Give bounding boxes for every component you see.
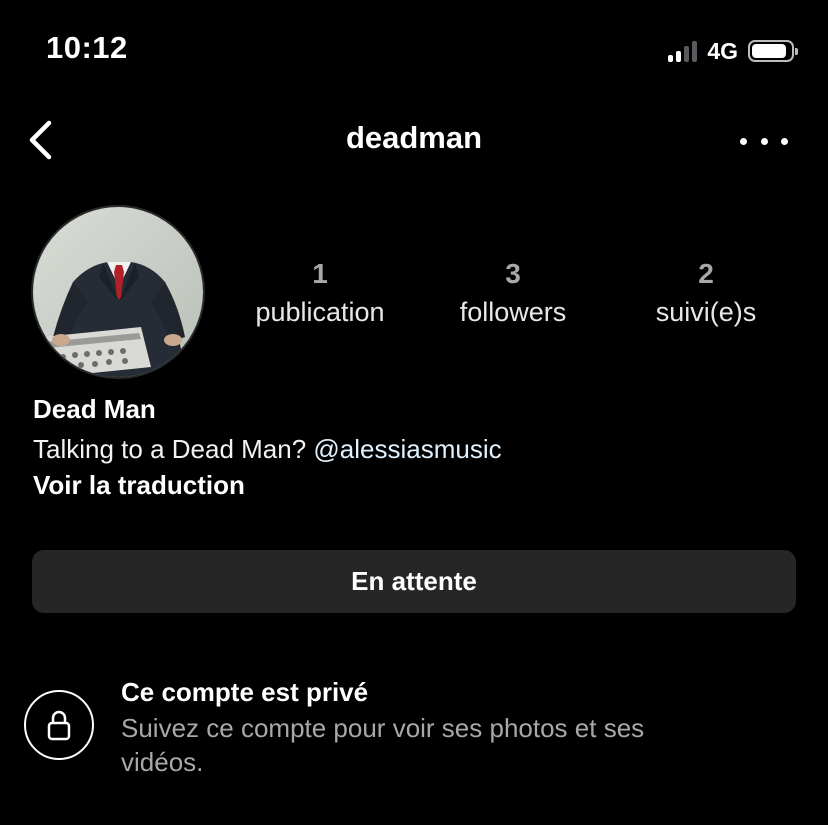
private-account-title: Ce compte est privé: [121, 677, 369, 707]
stat-label: followers: [459, 297, 567, 327]
pending-request-button[interactable]: En attente: [32, 550, 796, 613]
bio-text: Talking to a Dead Man?: [33, 434, 314, 464]
stat-count: 2: [698, 258, 714, 289]
battery-icon: [748, 40, 798, 62]
status-indicators: 4G: [668, 36, 798, 66]
stat-count: 3: [505, 258, 521, 289]
stat-followers[interactable]: 3 followers: [433, 256, 593, 332]
stat-following[interactable]: 2 suivi(e)s: [626, 256, 786, 332]
see-translation-link[interactable]: Voir la traduction: [33, 470, 245, 501]
stat-label: publication: [255, 297, 385, 327]
pending-request-label: En attente: [351, 566, 477, 596]
more-options-button[interactable]: [740, 128, 788, 154]
page-title: deadman: [345, 120, 483, 155]
profile-photo: [33, 207, 203, 377]
profile-bio: Talking to a Dead Man? @alessiasmusic: [33, 434, 502, 465]
profile-name: Dead Man: [33, 394, 156, 424]
private-account-badge: [24, 690, 94, 760]
private-account-description: Suivez ce compte pour voir ses photos et…: [121, 713, 645, 777]
network-type: 4G: [707, 37, 738, 64]
ellipsis-icon: [740, 137, 747, 145]
lock-icon: [47, 710, 71, 741]
status-time: 10:12: [46, 30, 128, 65]
bio-mention-link[interactable]: @alessiasmusic: [313, 434, 501, 464]
stat-count: 1: [312, 258, 328, 289]
stat-publications[interactable]: 1 publication: [240, 256, 400, 332]
stat-label: suivi(e)s: [655, 297, 757, 327]
avatar[interactable]: [33, 207, 203, 377]
battery-level: [752, 44, 787, 58]
signal-strength-icon: [668, 40, 698, 62]
